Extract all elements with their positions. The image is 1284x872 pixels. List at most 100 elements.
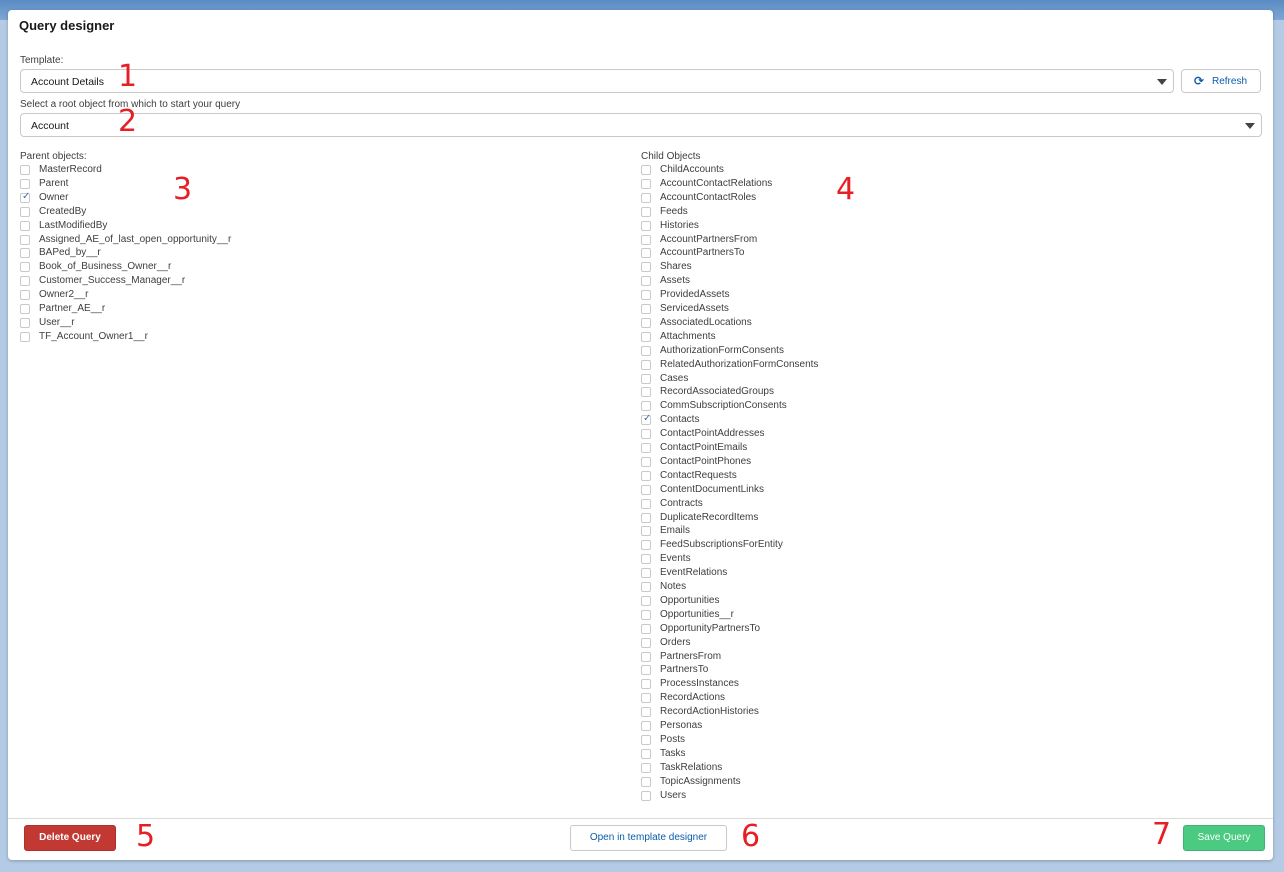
child-object-checkbox[interactable] [641, 512, 651, 523]
parent-object-checkbox[interactable] [20, 165, 30, 175]
child-object-checkbox[interactable] [641, 456, 651, 467]
child-object-checkbox[interactable] [641, 637, 651, 648]
root-object-select[interactable]: Account [20, 113, 1262, 137]
checkmark-icon: ✓ [643, 413, 652, 425]
chevron-down-icon [1245, 123, 1255, 129]
parent-object-checkbox[interactable] [20, 290, 30, 301]
parent-object-label: Customer_Success_Manager__r [39, 275, 186, 287]
child-object-label: Shares [660, 261, 692, 273]
child-object-checkbox[interactable]: ✓ [641, 413, 652, 426]
child-object-checkbox[interactable] [641, 206, 651, 217]
parent-object-checkbox[interactable]: ✓ [20, 191, 30, 203]
child-object-checkbox[interactable] [641, 262, 651, 273]
child-objects-heading: Child Objects [641, 151, 701, 162]
child-object-checkbox[interactable] [641, 498, 651, 509]
child-object-checkbox[interactable] [641, 178, 651, 189]
child-object-checkbox[interactable] [641, 776, 651, 787]
root-object-select-value: Account [31, 120, 69, 132]
parent-object-label: CreatedBy [39, 205, 87, 217]
child-object-checkbox[interactable] [641, 554, 651, 565]
parent-object-checkbox[interactable] [20, 317, 30, 328]
refresh-icon: ⟳ [1194, 74, 1205, 88]
child-object-checkbox[interactable] [641, 234, 651, 245]
child-object-checkbox[interactable] [641, 373, 651, 384]
child-object-checkbox[interactable] [641, 679, 651, 690]
child-object-checkbox[interactable] [641, 790, 651, 801]
child-object-label: ServicedAssets [660, 303, 729, 314]
child-object-checkbox[interactable] [641, 734, 651, 745]
query-designer-panel: Query designer Template: Account Details… [8, 10, 1273, 860]
child-object-checkbox[interactable] [641, 609, 651, 620]
child-object-label: Users [660, 789, 687, 801]
footer-divider [8, 818, 1273, 819]
child-object-label: Histories [660, 219, 699, 231]
parent-object-label: Assigned_AE_of_last_open_opportunity__r [39, 233, 232, 245]
child-object-checkbox[interactable] [641, 429, 651, 440]
child-object-label: AccountContactRoles [660, 191, 757, 203]
page-title: Query designer [19, 18, 115, 33]
child-object-checkbox[interactable] [641, 359, 651, 370]
child-object-checkbox[interactable] [641, 401, 651, 412]
parent-object-checkbox[interactable] [20, 248, 30, 259]
template-select-value: Account Details [31, 76, 104, 88]
child-object-checkbox[interactable] [641, 290, 651, 301]
refresh-button[interactable]: ⟳ Refresh [1181, 69, 1261, 93]
child-object-checkbox[interactable] [641, 693, 651, 704]
child-object-label: Emails [660, 525, 691, 537]
child-object-checkbox[interactable] [641, 748, 651, 759]
template-select[interactable]: Account Details [20, 69, 1174, 93]
child-objects-list: ChildAccounts AccountContactRelations Acco… [641, 164, 1041, 814]
child-object-label: FeedSubscriptionsForEntity [660, 539, 783, 551]
child-object-checkbox[interactable] [641, 540, 651, 551]
child-object-label: ContactRequests [660, 469, 737, 481]
parent-object-checkbox[interactable] [20, 304, 30, 314]
annotation-7: 7 [1152, 817, 1172, 852]
child-object-checkbox[interactable] [641, 707, 651, 718]
child-object-checkbox[interactable] [641, 623, 651, 634]
child-object-label: TaskRelations [660, 761, 723, 773]
child-object-checkbox[interactable] [641, 595, 651, 606]
parent-object-checkbox[interactable] [20, 220, 30, 231]
child-object-checkbox[interactable] [641, 345, 651, 356]
delete-query-button[interactable]: Delete Query [24, 825, 116, 851]
child-object-checkbox[interactable] [641, 762, 651, 773]
child-object-label: ProvidedAssets [660, 289, 730, 301]
child-object-label: DuplicateRecordItems [660, 511, 759, 523]
child-object-checkbox[interactable] [641, 651, 651, 662]
child-object-checkbox[interactable] [641, 304, 651, 314]
child-object-checkbox[interactable] [641, 526, 651, 537]
parent-object-checkbox[interactable] [20, 178, 30, 189]
child-object-checkbox[interactable] [641, 721, 651, 731]
parent-object-label: User__r [39, 316, 75, 328]
annotation-1: 1 [118, 59, 138, 94]
child-object-checkbox[interactable] [641, 443, 651, 453]
child-object-checkbox[interactable] [641, 568, 651, 579]
child-object-checkbox[interactable] [641, 317, 651, 328]
child-object-label: Contacts [660, 414, 700, 426]
chevron-down-icon [1157, 79, 1167, 85]
child-object-checkbox[interactable] [641, 220, 651, 231]
child-object-label: PartnersTo [660, 664, 709, 676]
child-object-checkbox[interactable] [641, 665, 651, 676]
child-object-checkbox[interactable] [641, 248, 651, 259]
refresh-button-label: Refresh [1212, 76, 1248, 87]
child-object-label: ChildAccounts [660, 164, 724, 175]
child-object-checkbox[interactable] [641, 331, 651, 342]
child-object-checkbox[interactable] [641, 192, 651, 203]
save-query-button[interactable]: Save Query [1183, 825, 1265, 851]
child-object-checkbox[interactable] [641, 582, 651, 592]
child-object-checkbox[interactable] [641, 484, 651, 495]
child-object-checkbox[interactable] [641, 276, 651, 287]
annotation-3: 3 [173, 172, 193, 207]
parent-object-checkbox[interactable] [20, 276, 30, 287]
child-object-checkbox[interactable] [641, 470, 651, 481]
parent-object-checkbox[interactable] [20, 331, 30, 342]
parent-object-checkbox[interactable] [20, 262, 30, 273]
parent-object-checkbox[interactable] [20, 206, 30, 217]
child-object-checkbox[interactable] [641, 387, 651, 398]
open-template-designer-button[interactable]: Open in template designer [570, 825, 727, 851]
parent-object-checkbox[interactable] [20, 234, 30, 245]
child-object-checkbox[interactable] [641, 165, 651, 175]
child-object-label: AccountPartnersTo [660, 247, 745, 259]
child-object-label: Attachments [660, 330, 716, 342]
